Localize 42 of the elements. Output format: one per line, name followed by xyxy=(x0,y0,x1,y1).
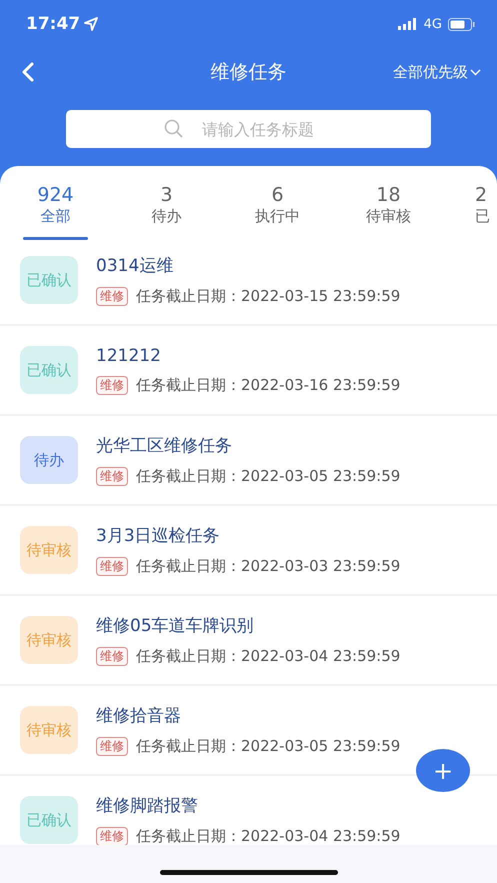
status-badge: 已确认 xyxy=(20,346,78,394)
type-tag: 维修 xyxy=(96,287,128,306)
status-badge: 已确认 xyxy=(20,256,78,304)
priority-filter[interactable]: 全部优先级 xyxy=(393,62,481,82)
battery-icon xyxy=(448,18,475,30)
search-field[interactable]: 请输入任务标题 xyxy=(66,110,431,148)
status-badge: 待审核 xyxy=(20,616,78,664)
type-tag: 维修 xyxy=(96,647,128,666)
filter-tab[interactable]: 18 待审核 xyxy=(333,184,444,236)
task-title[interactable]: 维修05车道车牌识别 xyxy=(96,614,400,637)
filter-tab[interactable]: 6 执行中 xyxy=(222,184,333,236)
deadline-text: 任务截止日期：2022-03-04 23:59:59 xyxy=(136,647,400,666)
type-tag: 维修 xyxy=(96,827,128,846)
task-title[interactable]: 121212 xyxy=(96,346,400,366)
deadline-text: 任务截止日期：2022-03-16 23:59:59 xyxy=(136,376,400,394)
search-icon xyxy=(164,119,184,139)
status-time: 17:47 xyxy=(26,14,80,34)
type-tag: 维修 xyxy=(96,557,128,576)
status-badge: 待审核 xyxy=(20,526,78,574)
filter-tab[interactable]: 3 待办 xyxy=(111,184,222,236)
location-icon xyxy=(84,17,98,31)
chevron-icon xyxy=(470,68,481,76)
task-title[interactable]: 维修拾音器 xyxy=(96,704,400,727)
deadline-text: 任务截止日期：2022-03-15 23:59:59 xyxy=(136,287,400,306)
task-title[interactable]: 0314运维 xyxy=(96,254,400,277)
type-tag: 维修 xyxy=(96,376,128,394)
deadline-text: 任务截止日期：2022-03-05 23:59:59 xyxy=(136,467,400,486)
network-label: 4G xyxy=(424,16,442,32)
filter-tab[interactable]: 2 已 xyxy=(475,184,490,236)
task-title[interactable]: 3月3日巡检任务 xyxy=(96,524,400,547)
task-title[interactable]: 维修脚踏报警 xyxy=(96,794,400,817)
type-tag: 维修 xyxy=(96,737,128,756)
status-badge: 已确认 xyxy=(20,796,78,844)
deadline-text: 任务截止日期：2022-03-05 23:59:59 xyxy=(136,737,400,756)
page-title: 维修任务 xyxy=(210,61,286,83)
deadline-text: 任务截止日期：2022-03-04 23:59:59 xyxy=(136,827,400,846)
status-badge: 待审核 xyxy=(20,706,78,754)
task-title[interactable]: 光华工区维修任务 xyxy=(96,434,400,457)
signal-icon xyxy=(398,18,418,30)
type-tag: 维修 xyxy=(96,467,128,486)
status-badge: 待办 xyxy=(20,436,78,484)
deadline-text: 任务截止日期：2022-03-03 23:59:59 xyxy=(136,557,400,576)
